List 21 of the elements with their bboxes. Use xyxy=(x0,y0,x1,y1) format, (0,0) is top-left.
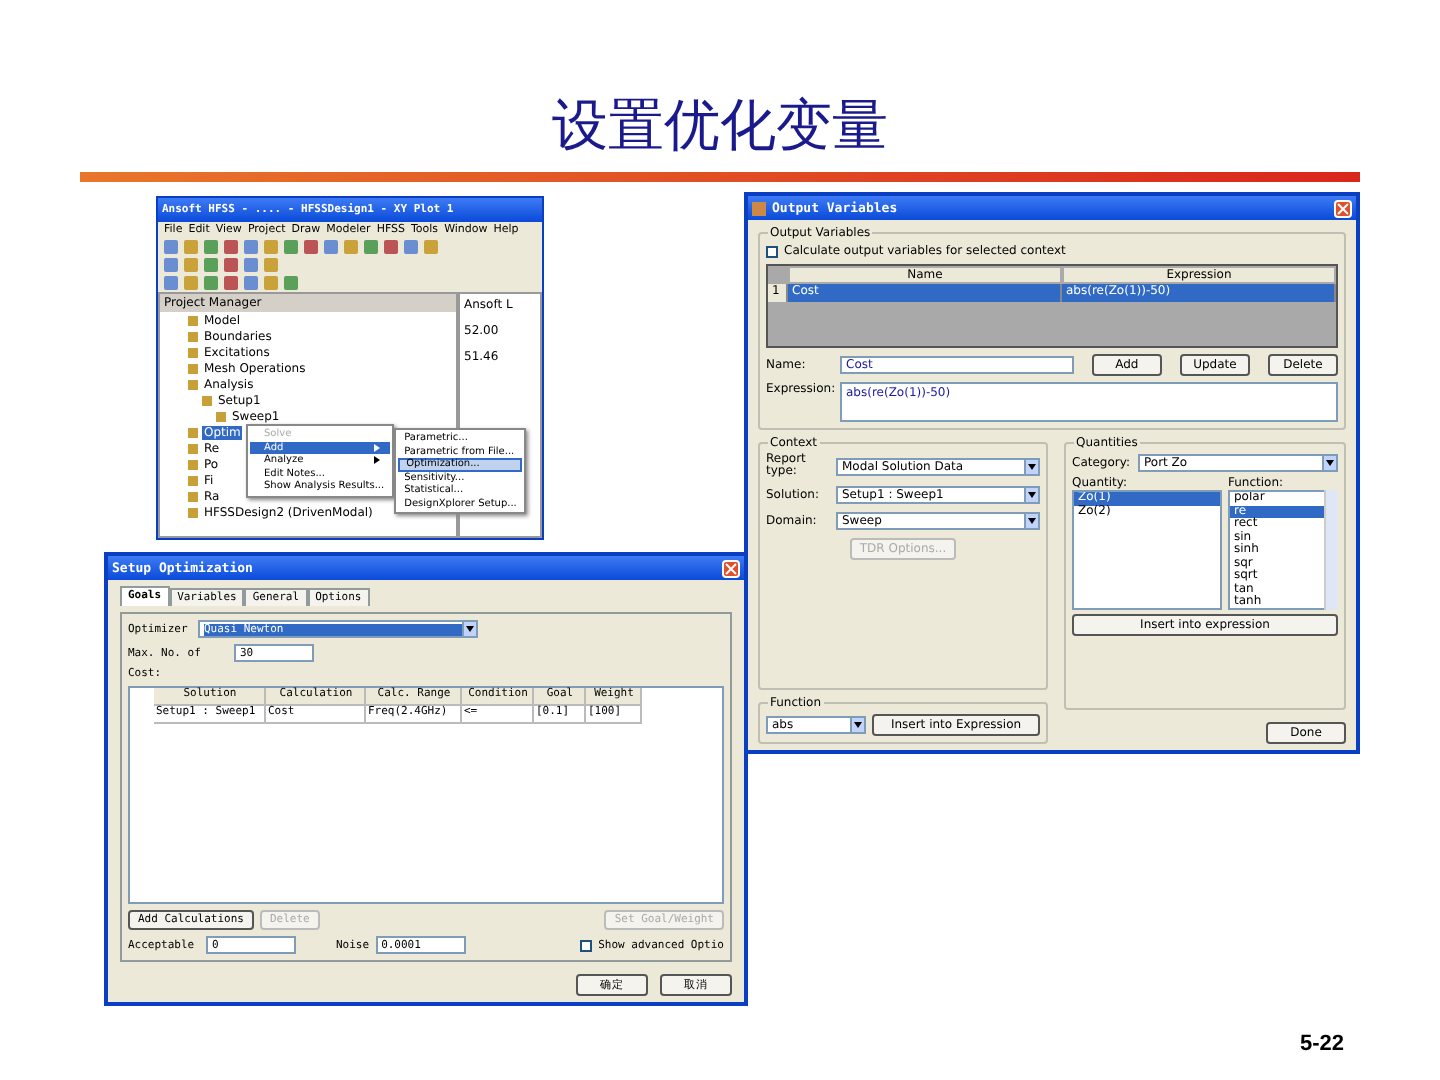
tree-node-icon xyxy=(188,315,198,325)
app-icon xyxy=(752,201,766,215)
tree-node-icon xyxy=(188,363,198,373)
tree-node-icon xyxy=(188,347,198,357)
tree-node-icon xyxy=(188,379,198,389)
tree-node-icon xyxy=(188,475,198,485)
scrollbar[interactable] xyxy=(1324,490,1338,610)
tree-node-icon xyxy=(188,443,198,453)
tree-node-icon xyxy=(216,411,226,421)
tree-node-icon xyxy=(188,491,198,501)
tree-node-icon xyxy=(202,395,212,405)
tree-node-icon xyxy=(188,427,198,437)
tree-node-icon xyxy=(188,507,198,517)
close-button[interactable] xyxy=(722,559,740,577)
page-number: 5-22 xyxy=(1299,1032,1344,1056)
checkbox[interactable] xyxy=(766,245,778,257)
tree-node-icon xyxy=(188,331,198,341)
checkbox[interactable] xyxy=(580,939,593,951)
close-button[interactable] xyxy=(1334,199,1352,217)
tree-node-icon xyxy=(188,459,198,469)
slide-title: 设置优化变量 xyxy=(552,92,888,158)
